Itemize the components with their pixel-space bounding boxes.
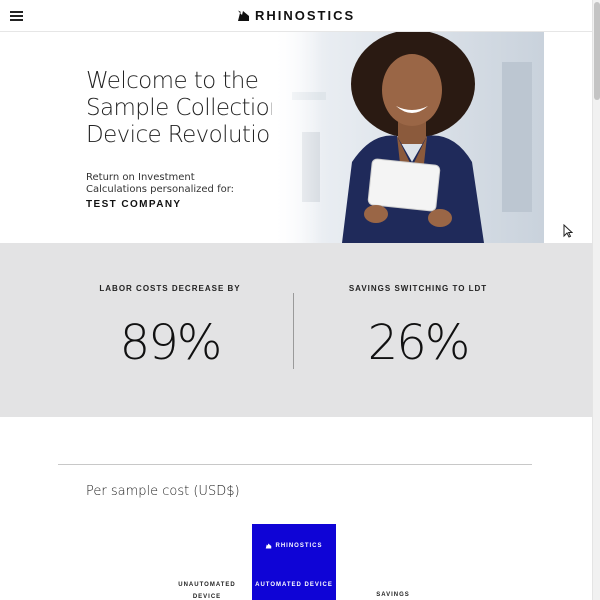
rhino-logo-icon xyxy=(266,543,272,549)
unautomated-device-label: UNAUTOMATED DEVICE xyxy=(178,582,236,600)
hero-section: Welcome to the Sample Collection Device … xyxy=(0,32,592,243)
scrollbar-thumb[interactable] xyxy=(594,2,600,100)
mouse-cursor-icon xyxy=(563,224,573,238)
hero-title: Welcome to the Sample Collection Device … xyxy=(86,68,284,148)
stat-label: SAVINGS SWITCHING TO LDT xyxy=(348,284,488,293)
stat-value: 26% xyxy=(367,315,471,371)
automated-device-label: AUTOMATED DEVICE xyxy=(255,582,333,588)
savings-label: SAVINGS xyxy=(376,592,410,598)
vertical-scrollbar[interactable] xyxy=(592,0,600,600)
brand-logo[interactable]: RHINOSTICS xyxy=(237,8,355,23)
rhino-logo-icon xyxy=(238,10,249,21)
hero-photo xyxy=(272,32,544,243)
top-navigation-bar: RHINOSTICS xyxy=(0,0,592,32)
hamburger-menu-icon[interactable] xyxy=(10,11,23,21)
stats-section: LABOR COSTS DECREASE BY 89% SAVINGS SWIT… xyxy=(0,243,592,417)
company-name: TEST COMPANY xyxy=(86,199,182,210)
savings-stat: SAVINGS SWITCHING TO LDT 26% xyxy=(270,243,566,417)
column-brand: RHINOSTICS xyxy=(252,543,336,549)
section-divider xyxy=(58,464,532,465)
brand-name: RHINOSTICS xyxy=(255,8,356,23)
hero-subtitle: Return on Investment Calculations person… xyxy=(86,172,235,195)
automated-device-column: RHINOSTICS AUTOMATED DEVICE xyxy=(252,524,336,600)
column-brand-name: RHINOSTICS xyxy=(275,543,323,549)
cost-section-title: Per sample cost (USD$) xyxy=(86,484,240,499)
